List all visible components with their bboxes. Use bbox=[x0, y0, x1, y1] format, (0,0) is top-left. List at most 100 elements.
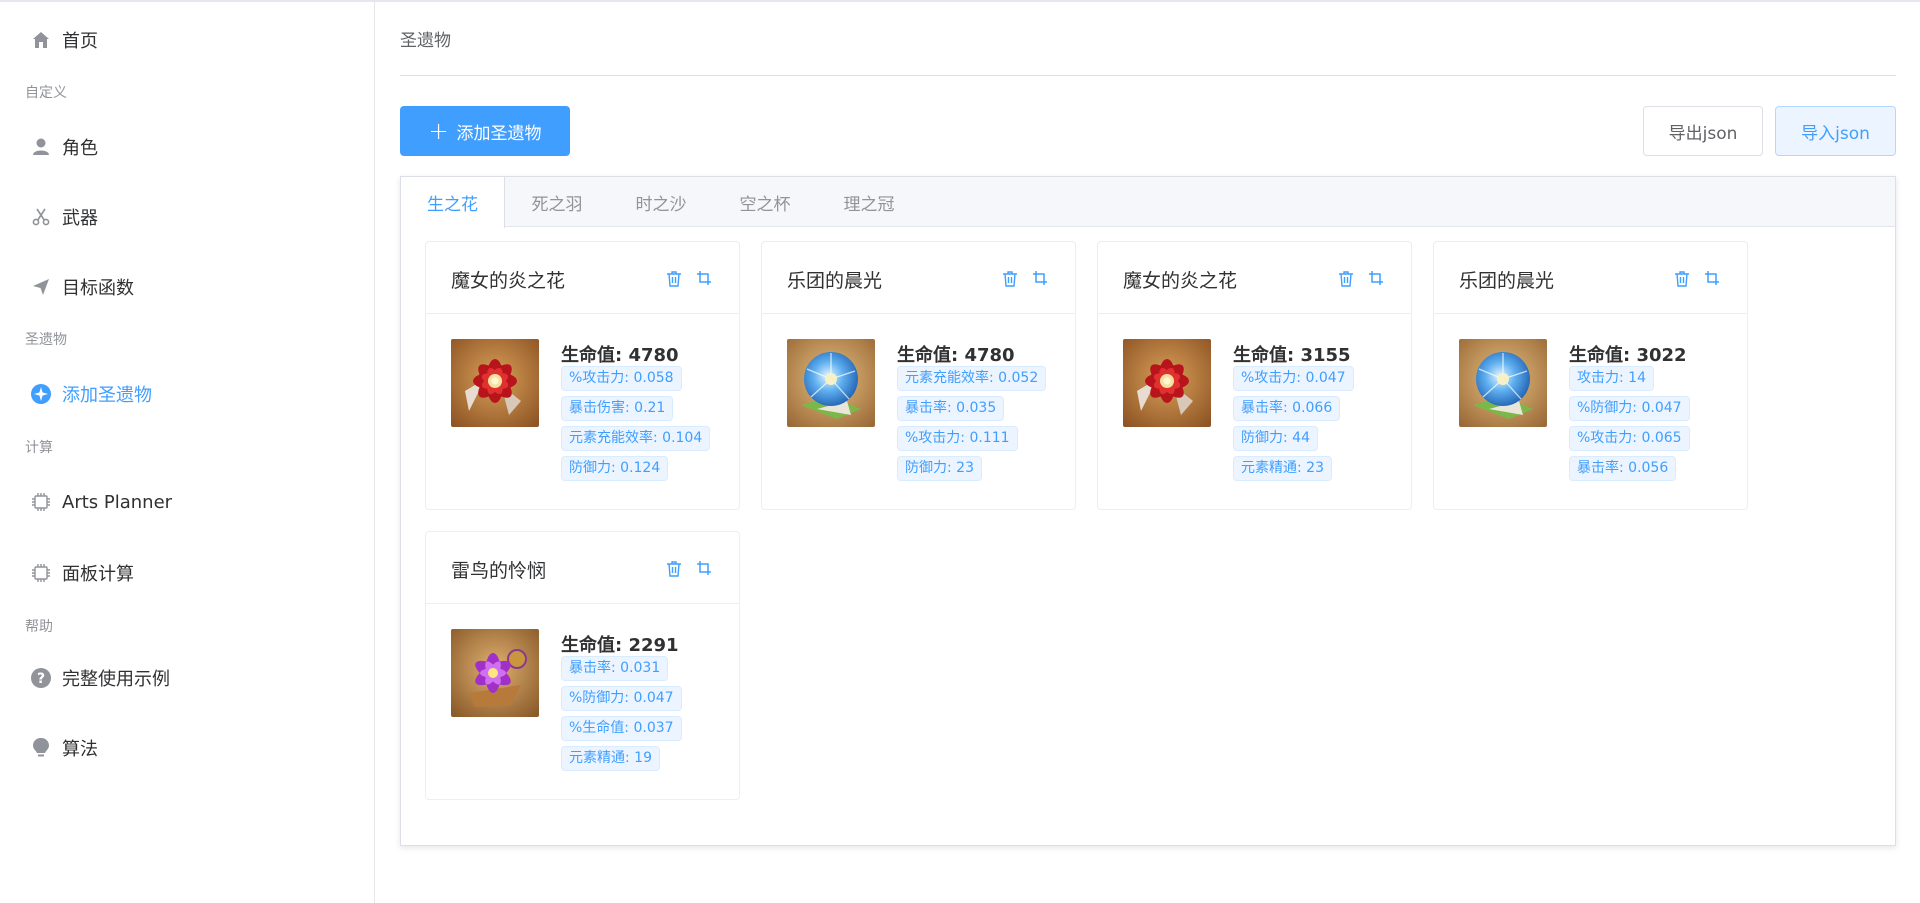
artifact-card-header: 魔女的炎之花 bbox=[426, 242, 739, 314]
tab-goblet[interactable]: 空之杯 bbox=[713, 177, 817, 227]
main-stat: 生命值: 3155 bbox=[1233, 345, 1351, 366]
cpu-icon bbox=[30, 562, 52, 584]
artifact-name: 乐团的晨光 bbox=[787, 270, 883, 292]
crop-icon[interactable] bbox=[694, 268, 714, 288]
lightbulb-icon bbox=[30, 737, 52, 759]
sub-stat-tag: %防御力: 0.047 bbox=[561, 686, 682, 711]
delete-icon[interactable] bbox=[664, 268, 684, 288]
crop-icon[interactable] bbox=[1366, 268, 1386, 288]
artifact-card: 魔女的炎之花 生命值: 3155 %攻击力: 0.047 暴击率: 0.066 防御力:… bbox=[1097, 241, 1412, 510]
delete-icon[interactable] bbox=[1672, 268, 1692, 288]
main-stat: 生命值: 4780 bbox=[897, 345, 1015, 366]
sidebar-item-label: 完整使用示例 bbox=[62, 669, 170, 690]
artifact-card-header: 魔女的炎之花 bbox=[1098, 242, 1411, 314]
sidebar-item-arts-planner[interactable]: Arts Planner bbox=[0, 474, 374, 530]
sub-stat-tag: 防御力: 0.124 bbox=[561, 456, 669, 481]
wanderers-troupe-flower-icon bbox=[787, 339, 875, 427]
sub-stat-tag: %攻击力: 0.111 bbox=[897, 426, 1018, 451]
crop-icon[interactable] bbox=[1702, 268, 1722, 288]
sub-stats: 暴击率: 0.031 %防御力: 0.047 %生命值: 0.037 元素精通: 19 bbox=[561, 656, 682, 776]
compass-icon bbox=[30, 383, 52, 405]
sub-stats: %攻击力: 0.058 暴击伤害: 0.21 元素充能效率: 0.104 防御力: 0… bbox=[561, 366, 711, 486]
sidebar-group-calc: 计算 bbox=[25, 440, 53, 456]
sub-stat-tag: 暴击伤害: 0.21 bbox=[561, 396, 674, 421]
sidebar-item-add-artifact[interactable]: 添加圣遗物 bbox=[0, 366, 374, 422]
sidebar-item-character[interactable]: 角色 bbox=[0, 119, 374, 175]
sub-stat-tag: 暴击率: 0.031 bbox=[561, 656, 669, 681]
crimson-witch-flower-icon bbox=[1123, 339, 1211, 427]
delete-icon[interactable] bbox=[1000, 268, 1020, 288]
sub-stat-tag: 元素充能效率: 0.104 bbox=[561, 426, 711, 451]
breadcrumb: 圣遗物 bbox=[400, 31, 451, 51]
tab-flower[interactable]: 生之花 bbox=[401, 177, 505, 228]
wanderers-troupe-flower-icon bbox=[1459, 339, 1547, 427]
crimson-witch-flower-icon bbox=[451, 339, 539, 427]
sub-stat-tag: %生命值: 0.037 bbox=[561, 716, 682, 741]
artifact-card-body: 生命值: 2291 暴击率: 0.031 %防御力: 0.047 %生命值: 0.03… bbox=[426, 604, 739, 799]
artifact-card-body: 生命值: 4780 %攻击力: 0.058 暴击伤害: 0.21 元素充能效率: 0.… bbox=[426, 314, 739, 509]
sidebar-group-help: 帮助 bbox=[25, 619, 53, 635]
artifact-name: 乐团的晨光 bbox=[1459, 270, 1555, 292]
cpu-icon bbox=[30, 491, 52, 513]
tab-sands[interactable]: 时之沙 bbox=[609, 177, 713, 227]
add-artifact-button[interactable]: + 添加圣遗物 bbox=[400, 106, 570, 156]
sidebar-item-algorithm[interactable]: 算法 bbox=[0, 720, 374, 776]
tab-plume[interactable]: 死之羽 bbox=[505, 177, 609, 227]
delete-icon[interactable] bbox=[664, 558, 684, 578]
sidebar-item-label: Arts Planner bbox=[62, 491, 173, 513]
artifact-card-body: 生命值: 3022 攻击力: 14 %防御力: 0.047 %攻击力: 0.065 暴击… bbox=[1434, 314, 1747, 509]
artifact-name: 魔女的炎之花 bbox=[451, 270, 566, 292]
crop-icon[interactable] bbox=[694, 558, 714, 578]
sidebar-item-example[interactable]: ? 完整使用示例 bbox=[0, 650, 374, 706]
sidebar-group-custom: 自定义 bbox=[25, 85, 67, 101]
delete-icon[interactable] bbox=[1336, 268, 1356, 288]
divider bbox=[400, 75, 1896, 76]
artifact-name: 雷鸟的怜悯 bbox=[451, 560, 547, 582]
sub-stat-tag: 暴击率: 0.056 bbox=[1569, 456, 1677, 481]
sub-stat-tag: 攻击力: 14 bbox=[1569, 366, 1654, 391]
export-json-button[interactable]: 导出json bbox=[1643, 106, 1763, 156]
sub-stat-tag: %防御力: 0.047 bbox=[1569, 396, 1690, 421]
sidebar: 首页 自定义 角色 武器 目标函数 圣遗物 添加圣遗物 计算 Arts Plan… bbox=[0, 2, 375, 903]
plus-icon: + bbox=[428, 117, 449, 145]
tab-circlet[interactable]: 理之冠 bbox=[817, 177, 921, 227]
crop-icon[interactable] bbox=[1030, 268, 1050, 288]
artifact-card: 乐团的晨光生命值: 3022 攻击力: 14 %防御力: 0.047 %攻击力: 0.… bbox=[1433, 241, 1748, 510]
sidebar-item-label: 首页 bbox=[62, 31, 98, 52]
sub-stats: 元素充能效率: 0.052 暴击率: 0.035 %攻击力: 0.111 防御力: 2… bbox=[897, 366, 1047, 486]
artifact-card: 雷鸟的怜悯生命值: 2291 暴击率: 0.031 %防御力: 0.047 %生命值:… bbox=[425, 531, 740, 800]
sidebar-item-label: 角色 bbox=[62, 138, 98, 159]
import-json-button[interactable]: 导入json bbox=[1775, 106, 1896, 156]
artifact-card-header: 雷鸟的怜悯 bbox=[426, 532, 739, 604]
artifact-name: 魔女的炎之花 bbox=[1123, 270, 1238, 292]
sidebar-item-panel-calc[interactable]: 面板计算 bbox=[0, 545, 374, 601]
artifact-card-body: 生命值: 4780 元素充能效率: 0.052 暴击率: 0.035 %攻击力: 0.… bbox=[762, 314, 1075, 509]
scissors-icon bbox=[30, 206, 52, 228]
sub-stat-tag: 元素精通: 19 bbox=[561, 746, 660, 771]
tabs-header: 生之花 死之羽 时之沙 空之杯 理之冠 bbox=[401, 177, 1895, 228]
main-stat: 生命值: 3022 bbox=[1569, 345, 1687, 366]
sidebar-item-home[interactable]: 首页 bbox=[0, 12, 374, 68]
sidebar-item-weapon[interactable]: 武器 bbox=[0, 189, 374, 245]
sub-stat-tag: 元素充能效率: 0.052 bbox=[897, 366, 1047, 391]
sidebar-item-label: 武器 bbox=[62, 208, 98, 229]
artifact-card: 乐团的晨光生命值: 4780 元素充能效率: 0.052 暴击率: 0.035 %攻击… bbox=[761, 241, 1076, 510]
artifact-card-header: 乐团的晨光 bbox=[1434, 242, 1747, 314]
sidebar-group-artifact: 圣遗物 bbox=[25, 332, 67, 348]
sub-stat-tag: 暴击率: 0.066 bbox=[1233, 396, 1341, 421]
sidebar-item-label: 目标函数 bbox=[62, 278, 134, 299]
sub-stat-tag: 防御力: 44 bbox=[1233, 426, 1318, 451]
main-stat: 生命值: 2291 bbox=[561, 635, 679, 656]
sidebar-item-target-function[interactable]: 目标函数 bbox=[0, 259, 374, 315]
artifact-card-header: 乐团的晨光 bbox=[762, 242, 1075, 314]
main-stat: 生命值: 4780 bbox=[561, 345, 679, 366]
artifact-card: 魔女的炎之花生命值: 4780 %攻击力: 0.058 暴击伤害: 0.21 元素充能… bbox=[425, 241, 740, 510]
svg-text:?: ? bbox=[37, 671, 45, 687]
user-icon bbox=[30, 136, 52, 158]
artifact-tabs: 生之花 死之羽 时之沙 空之杯 理之冠 魔女的炎之花 生命值: 4780 %攻击力:… bbox=[400, 176, 1896, 846]
sub-stats: %攻击力: 0.047 暴击率: 0.066 防御力: 44 元素精通: 23 bbox=[1233, 366, 1354, 486]
sub-stats: 攻击力: 14 %防御力: 0.047 %攻击力: 0.065 暴击率: 0.056 bbox=[1569, 366, 1690, 486]
sub-stat-tag: %攻击力: 0.065 bbox=[1569, 426, 1690, 451]
thundersoother-flower-icon bbox=[451, 629, 539, 717]
sidebar-item-label: 算法 bbox=[62, 739, 98, 760]
